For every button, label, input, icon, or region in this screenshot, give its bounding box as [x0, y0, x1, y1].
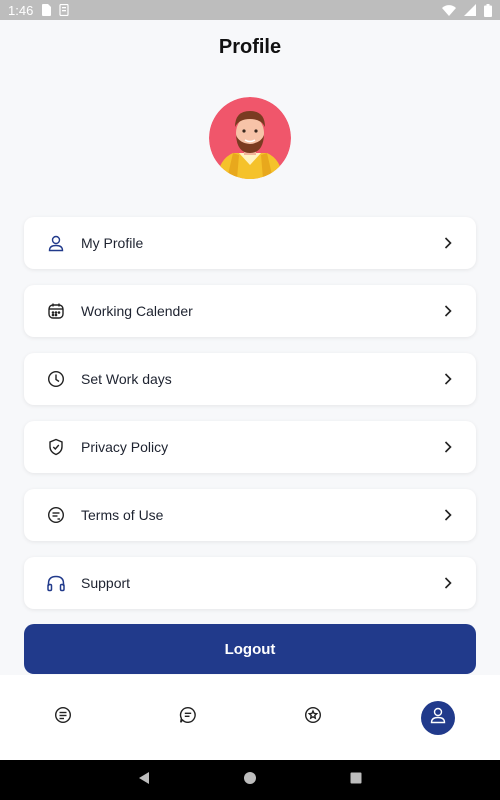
menu-item-label: Set Work days: [81, 371, 172, 387]
menu-item-label: Privacy Policy: [81, 439, 169, 455]
user-icon: [46, 233, 66, 253]
avatar[interactable]: [209, 97, 291, 179]
menu-item-support[interactable]: Support: [24, 557, 476, 609]
menu-item-terms-of-use[interactable]: Terms of Use: [24, 489, 476, 541]
logout-button[interactable]: Logout: [24, 624, 476, 674]
storage-icon: [59, 4, 69, 16]
chevron-right-icon: [442, 509, 454, 521]
chevron-right-icon: [442, 305, 454, 317]
home-icon[interactable]: [243, 771, 257, 790]
back-icon[interactable]: [137, 771, 151, 790]
clock-icon: [46, 369, 66, 389]
chat-icon: [179, 706, 197, 729]
document-chat-icon: [46, 505, 66, 525]
menu-item-my-profile[interactable]: My Profile: [24, 217, 476, 269]
menu-item-working-calender[interactable]: Working Calender: [24, 285, 476, 337]
menu-item-label: Terms of Use: [81, 507, 164, 523]
menu-item-label: Working Calender: [81, 303, 193, 319]
status-time: 1:46: [8, 2, 34, 18]
profile-icon: [429, 706, 447, 729]
nav-tab-list[interactable]: [46, 701, 80, 735]
list-icon: [54, 706, 72, 729]
calendar-icon: [46, 301, 66, 321]
badge-icon: [304, 706, 322, 729]
status-bar: 1:46: [0, 0, 500, 20]
chevron-right-icon: [442, 577, 454, 589]
bottom-nav: [0, 675, 500, 760]
signal-icon: [464, 4, 476, 16]
menu-item-label: My Profile: [81, 235, 144, 251]
headphones-icon: [46, 573, 66, 593]
nav-tab-profile[interactable]: [420, 700, 455, 735]
battery-icon: [484, 3, 492, 17]
page-title: Profile: [218, 36, 282, 58]
sim-card-icon: [41, 4, 52, 16]
menu-item-privacy-policy[interactable]: Privacy Policy: [24, 421, 476, 473]
wifi-icon: [442, 4, 456, 16]
recents-icon[interactable]: [349, 771, 363, 790]
system-nav-bar: [0, 760, 500, 800]
nav-tab-badge[interactable]: [296, 701, 330, 735]
nav-tab-chat[interactable]: [171, 701, 205, 735]
menu-item-label: Support: [81, 575, 131, 591]
chevron-right-icon: [442, 373, 454, 385]
chevron-right-icon: [442, 237, 454, 249]
shield-check-icon: [46, 437, 66, 457]
chevron-right-icon: [442, 441, 454, 453]
menu-item-set-work-days[interactable]: Set Work days: [24, 353, 476, 405]
